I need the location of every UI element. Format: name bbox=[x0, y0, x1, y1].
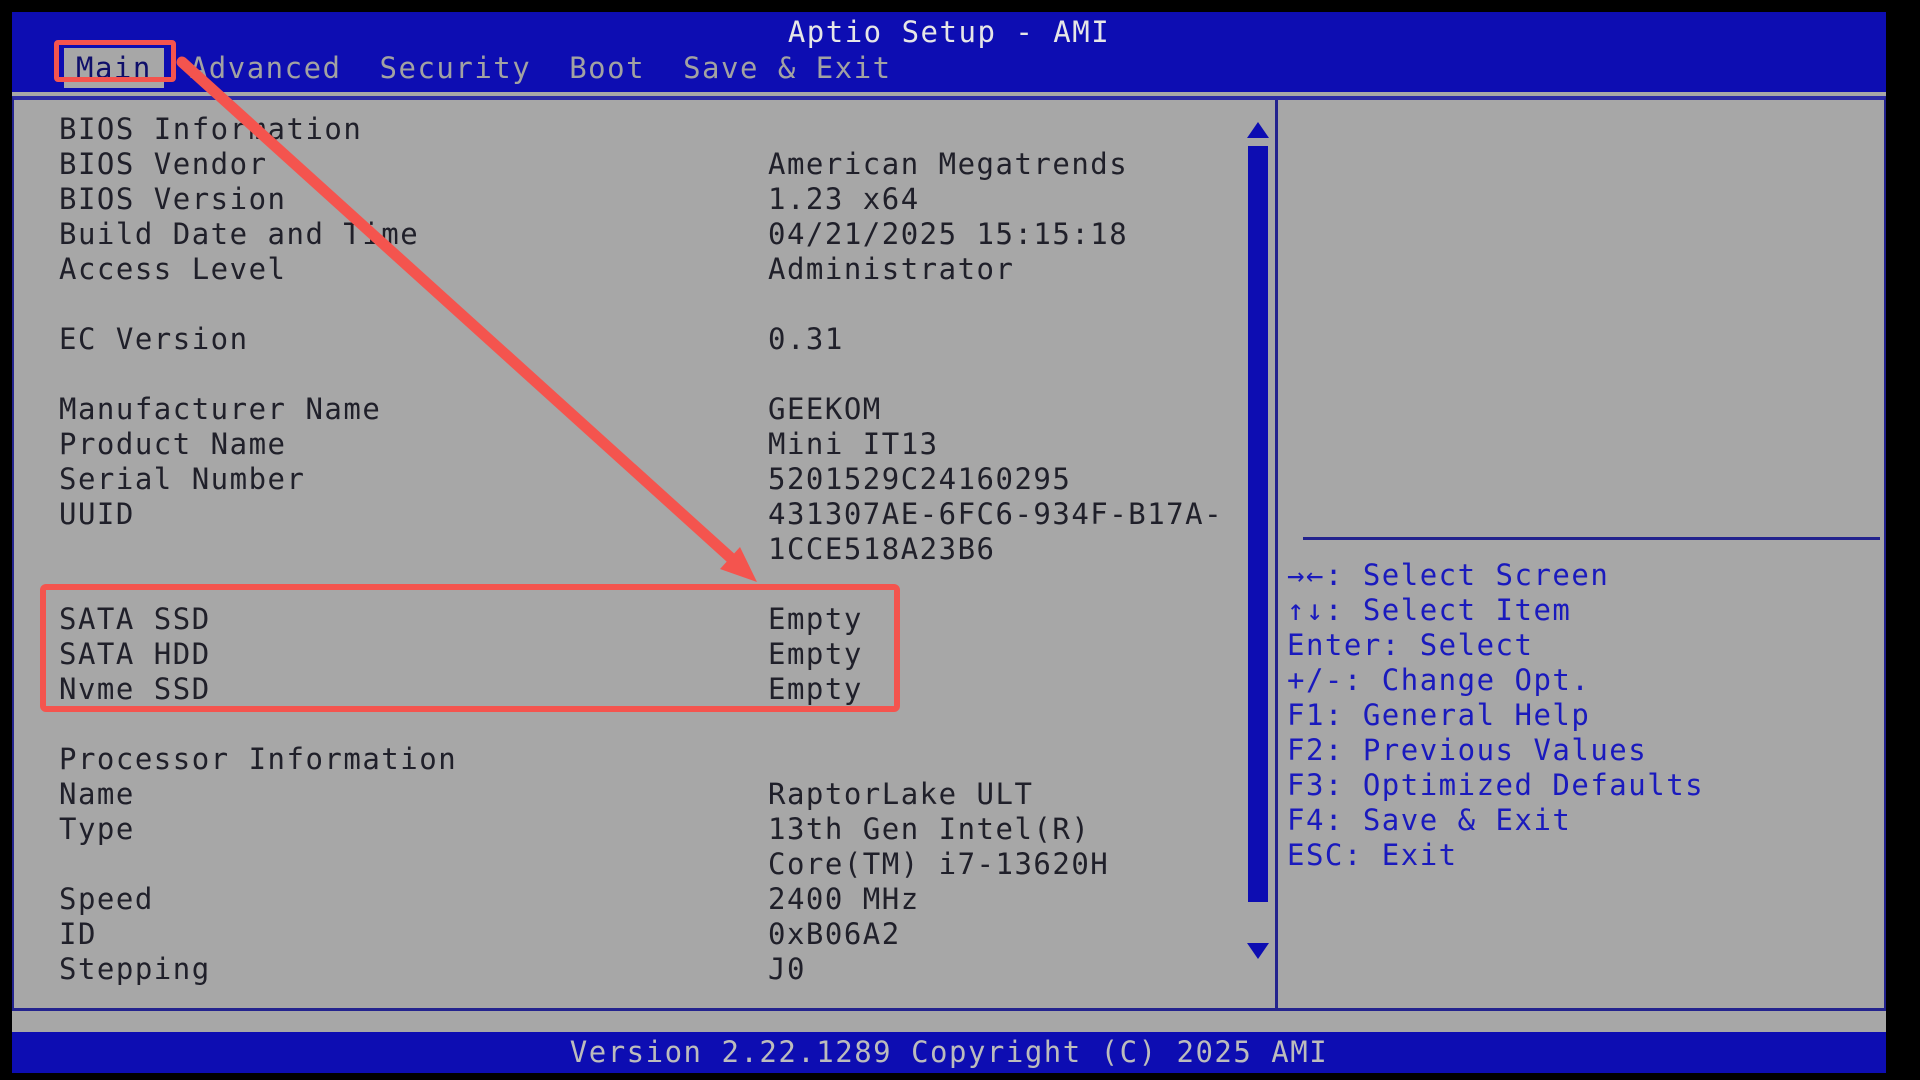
info-row: Core(TM) i7-13620H bbox=[59, 847, 1275, 882]
info-label: UUID bbox=[59, 497, 768, 532]
info-row: Product NameMini IT13 bbox=[59, 427, 1275, 462]
info-value: J0 bbox=[768, 952, 806, 986]
annotation-box-storage-rows bbox=[40, 584, 900, 712]
page-title: Aptio Setup - AMI bbox=[12, 15, 1886, 49]
key-help-item: F3: Optimized Defaults bbox=[1287, 768, 1704, 803]
key-help-item: F1: General Help bbox=[1287, 698, 1704, 733]
info-row: EC Version0.31 bbox=[59, 322, 1275, 357]
info-label: Serial Number bbox=[59, 462, 768, 497]
info-label: Build Date and Time bbox=[59, 217, 768, 252]
key-help-item: F4: Save & Exit bbox=[1287, 803, 1704, 838]
info-row bbox=[59, 707, 1275, 742]
annotation-box-main-tab bbox=[54, 40, 176, 82]
info-label: Access Level bbox=[59, 252, 768, 287]
info-label: Stepping bbox=[59, 952, 768, 987]
info-value: 04/21/2025 15:15:18 bbox=[768, 217, 1128, 251]
info-row: Speed2400 MHz bbox=[59, 882, 1275, 917]
info-row: 1CCE518A23B6 bbox=[59, 532, 1275, 567]
info-row: Serial Number5201529C24160295 bbox=[59, 462, 1275, 497]
menu-tab[interactable]: Boot bbox=[557, 48, 657, 88]
info-row: SteppingJ0 bbox=[59, 952, 1275, 987]
footer-bar: Version 2.22.1289 Copyright (C) 2025 AMI bbox=[12, 1032, 1886, 1073]
info-row: BIOS VendorAmerican Megatrends bbox=[59, 147, 1275, 182]
info-value: American Megatrends bbox=[768, 147, 1128, 181]
info-row: Processor Information bbox=[59, 742, 1275, 777]
key-help-item: Enter: Select bbox=[1287, 628, 1704, 663]
menu-tab[interactable]: Advanced bbox=[178, 48, 354, 88]
info-value: Administrator bbox=[768, 252, 1014, 286]
scroll-up-icon[interactable] bbox=[1247, 122, 1269, 138]
info-row: ID0xB06A2 bbox=[59, 917, 1275, 952]
header-bar: Aptio Setup - AMI Main Advanced Security… bbox=[12, 12, 1886, 92]
info-row: NameRaptorLake ULT bbox=[59, 777, 1275, 812]
key-help-item: →←: Select Screen bbox=[1287, 558, 1704, 593]
menu-bar: Main Advanced Security Boot Save & Exit bbox=[64, 48, 918, 88]
key-help-item: ↑↓: Select Item bbox=[1287, 593, 1704, 628]
info-value: RaptorLake ULT bbox=[768, 777, 1033, 811]
info-value: Mini IT13 bbox=[768, 427, 939, 461]
menu-tab[interactable]: Save & Exit bbox=[671, 48, 904, 88]
info-row: BIOS Version1.23 x64 bbox=[59, 182, 1275, 217]
scroll-down-icon[interactable] bbox=[1247, 943, 1269, 959]
key-help-list: →←: Select Screen ↑↓: Select Item Enter:… bbox=[1287, 558, 1704, 873]
info-label: Type bbox=[59, 812, 768, 847]
info-label: Name bbox=[59, 777, 768, 812]
help-panel: →←: Select Screen ↑↓: Select Item Enter:… bbox=[1281, 100, 1884, 1008]
info-value: 5201529C24160295 bbox=[768, 462, 1071, 496]
info-label: Product Name bbox=[59, 427, 768, 462]
info-row: UUID431307AE-6FC6-934F-B17A- bbox=[59, 497, 1275, 532]
key-help-item: +/-: Change Opt. bbox=[1287, 663, 1704, 698]
info-value: GEEKOM bbox=[768, 392, 882, 426]
info-label: BIOS Vendor bbox=[59, 147, 768, 182]
info-row: Type13th Gen Intel(R) bbox=[59, 812, 1275, 847]
info-row: BIOS Information bbox=[59, 112, 1275, 147]
info-label: BIOS Version bbox=[59, 182, 768, 217]
info-value: 431307AE-6FC6-934F-B17A- bbox=[768, 497, 1223, 531]
bios-setup-screen: Aptio Setup - AMI Main Advanced Security… bbox=[0, 0, 1920, 1080]
info-row: Access LevelAdministrator bbox=[59, 252, 1275, 287]
info-label: Manufacturer Name bbox=[59, 392, 768, 427]
content-area: BIOS Information BIOS VendorAmerican Meg… bbox=[12, 92, 1886, 1032]
scrollbar-thumb[interactable] bbox=[1248, 146, 1268, 902]
info-label: Speed bbox=[59, 882, 768, 917]
info-label: Processor Information bbox=[59, 742, 768, 777]
info-row bbox=[59, 287, 1275, 322]
info-label: ID bbox=[59, 917, 768, 952]
info-value: 0.31 bbox=[768, 322, 844, 356]
content-box: BIOS Information BIOS VendorAmerican Meg… bbox=[12, 96, 1886, 1011]
info-value: 13th Gen Intel(R) bbox=[768, 812, 1090, 846]
info-label: BIOS Information bbox=[59, 112, 768, 147]
scrollbar[interactable] bbox=[1246, 122, 1270, 982]
info-rows: BIOS Information BIOS VendorAmerican Meg… bbox=[14, 100, 1275, 987]
help-divider bbox=[1303, 537, 1880, 540]
info-row: Build Date and Time04/21/2025 15:15:18 bbox=[59, 217, 1275, 252]
info-value: 1.23 x64 bbox=[768, 182, 920, 216]
key-help-item: F2: Previous Values bbox=[1287, 733, 1704, 768]
info-value: Core(TM) i7-13620H bbox=[768, 847, 1109, 881]
menu-tab[interactable]: Security bbox=[368, 48, 544, 88]
info-value: 2400 MHz bbox=[768, 882, 920, 916]
info-value: 0xB06A2 bbox=[768, 917, 901, 951]
info-row: Manufacturer NameGEEKOM bbox=[59, 392, 1275, 427]
info-value: 1CCE518A23B6 bbox=[768, 532, 996, 566]
info-panel: BIOS Information BIOS VendorAmerican Meg… bbox=[14, 100, 1278, 1008]
info-label: EC Version bbox=[59, 322, 768, 357]
info-row bbox=[59, 357, 1275, 392]
key-help-item: ESC: Exit bbox=[1287, 838, 1704, 873]
